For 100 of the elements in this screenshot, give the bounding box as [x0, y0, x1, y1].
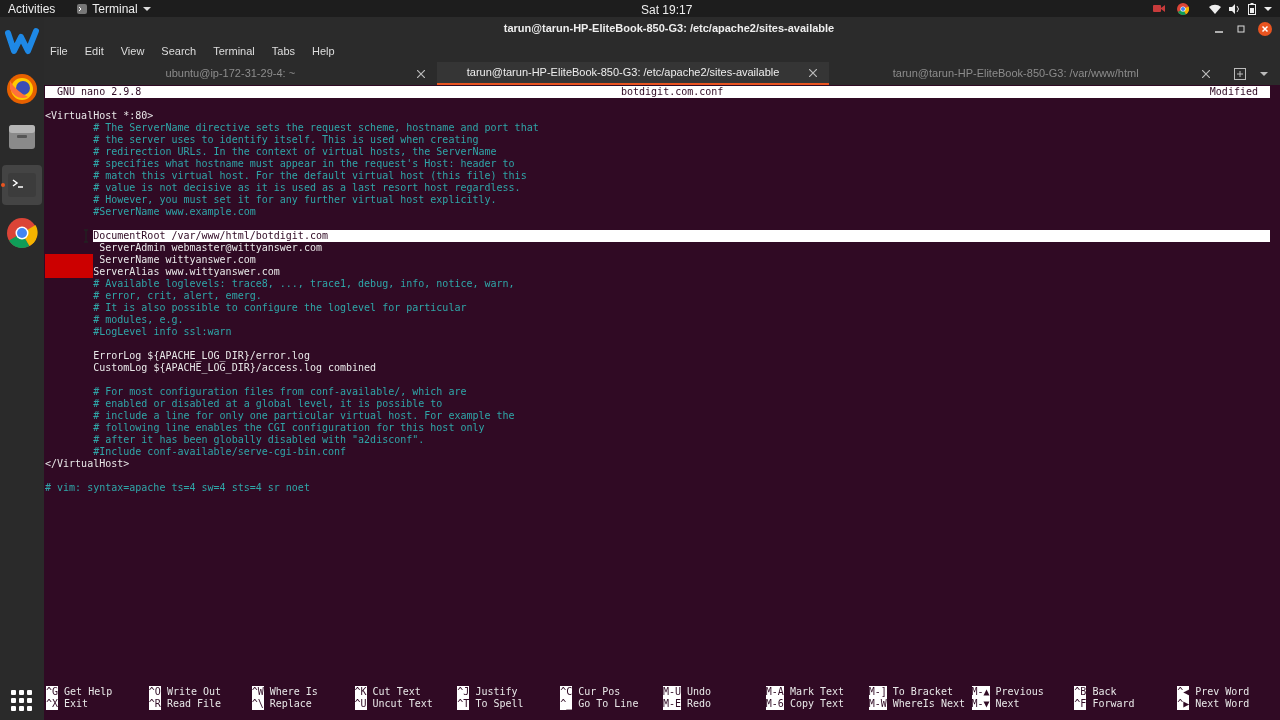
comment-line: # Available loglevels: trace8, ..., trace1, debug, info, notice, warn,	[93, 278, 515, 290]
window-title: tarun@tarun-HP-EliteBook-850-G3: /etc/apache2/sites-available	[502, 21, 836, 37]
volume-icon[interactable]	[1229, 3, 1240, 14]
shortcut-key: ^X	[46, 698, 59, 710]
shortcut-key: ^_	[560, 698, 573, 710]
comment-line: # For most configuration files from conf-available/, which are	[93, 386, 467, 398]
shortcut-label: Undo	[687, 686, 712, 698]
shortcut-key: ^T	[457, 698, 470, 710]
comment-line: #Include conf-available/serve-cgi-bin.conf	[93, 446, 347, 458]
menu-item[interactable]: View	[120, 42, 145, 60]
shortcut-key: ^W	[251, 686, 264, 698]
shortcut-key: M-▼	[971, 698, 990, 710]
comment-line: # match this virtual host. For the default virtual host (this file) this	[93, 170, 527, 182]
close-icon[interactable]	[809, 68, 818, 77]
comment-line: # vim: syntax=apache ts=4 sw=4 sts=4 sr noet	[45, 482, 310, 494]
shortcut-label: Get Help	[64, 686, 113, 698]
shortcut-key: ^F	[1074, 698, 1087, 710]
camera-icon[interactable]	[1153, 4, 1165, 13]
code-line: <VirtualHost *:80>	[45, 110, 154, 122]
wifi-icon[interactable]	[1209, 3, 1221, 14]
comment-line: # following line enables the CGI configuration for this host only	[93, 422, 485, 434]
menu-item[interactable]: Edit	[84, 42, 104, 60]
comment-line: # error, crit, alert, emerg.	[93, 290, 262, 302]
shortcut-label: Read File	[166, 698, 222, 710]
caret-icon[interactable]	[1260, 70, 1268, 77]
shortcut-key: M-A	[765, 686, 784, 698]
comment-line: #ServerName www.example.com	[93, 206, 256, 218]
menu-item[interactable]: Terminal	[213, 42, 255, 60]
close-icon[interactable]	[1202, 69, 1210, 78]
shortcut-label: Next Word	[1195, 698, 1250, 710]
shortcut-label: Where Is	[269, 686, 318, 698]
comment-line: # include a line for only one particular virtual host. For example the	[93, 410, 515, 422]
code-line: ServerAdmin webmaster@wittyanswer.com	[99, 242, 322, 254]
comment-line: # The ServerName directive sets the request scheme, hostname and port that	[93, 122, 539, 134]
shortcut-label: Redo	[687, 698, 712, 710]
code-line: CustomLog ${APACHE_LOG_DIR}/access.log combined	[93, 362, 377, 374]
shortcut-label: Replace	[269, 698, 312, 710]
shortcut-key: ^U	[354, 698, 367, 710]
shortcut-key: ^K	[354, 686, 367, 698]
chrome-icon[interactable]	[1177, 2, 1189, 15]
shortcut-label: Cur Pos	[578, 686, 621, 698]
caret-icon[interactable]	[142, 5, 151, 12]
close-icon[interactable]	[416, 69, 425, 78]
clock[interactable]: Sat 19:17	[641, 1, 693, 19]
shortcut-key: M-E	[663, 698, 682, 710]
code-line: </VirtualHost>	[45, 458, 130, 470]
shortcut-key: ^B	[1074, 686, 1087, 698]
shortcut-key: ^J	[457, 686, 470, 698]
code-line: ServerName wittyanswer.com	[99, 254, 256, 266]
shortcut-label: To Bracket	[892, 686, 953, 698]
menu-item[interactable]: Help	[312, 42, 335, 60]
shortcut-key: ^◀	[1177, 686, 1190, 698]
new-tab-icon[interactable]	[1234, 67, 1246, 80]
shortcut-label: Justify	[475, 686, 518, 698]
shortcut-key: M-]	[868, 686, 887, 698]
comment-line: # specifies what hostname must appear in the request's Host: header to	[93, 158, 515, 170]
shortcut-key: M-6	[765, 698, 784, 710]
tab[interactable]: tarun@tarun-HP-EliteBook-850-G3: /var/www/html	[829, 62, 1222, 85]
shortcut-label: Prev Word	[1195, 686, 1250, 698]
shortcut-key: ^C	[560, 686, 573, 698]
tab[interactable]: ubuntu@ip-172-31-29-4: ~	[44, 62, 437, 85]
comment-line: # after it has been globally disabled with "a2disconf".	[93, 434, 425, 446]
modified-status: Modified	[1209, 86, 1258, 98]
shortcut-key: M-W	[868, 698, 887, 710]
app-grid-icon[interactable]	[11, 690, 33, 712]
caret-icon[interactable]	[1264, 5, 1272, 12]
shortcut-key: M-▲	[971, 686, 990, 698]
terminal-icon[interactable]	[77, 3, 88, 14]
maximize-icon[interactable]	[1236, 23, 1246, 34]
shortcut-label: Copy Text	[789, 698, 845, 710]
shortcut-key: ^O	[148, 686, 161, 698]
close-icon[interactable]	[1258, 21, 1272, 36]
menu-item[interactable]: File	[50, 42, 68, 60]
code-line: ErrorLog ${APACHE_LOG_DIR}/error.log	[93, 350, 310, 362]
comment-line: # the server uses to identify itself. This is used when creating	[93, 134, 479, 146]
shortcut-key: ^R	[148, 698, 161, 710]
menu-item[interactable]: Search	[161, 42, 197, 60]
shortcut-label: Cut Text	[372, 686, 421, 698]
shortcut-label: Back	[1092, 686, 1117, 698]
tab[interactable]: tarun@tarun-HP-EliteBook-850-G3: /etc/apache2/sites-available	[436, 62, 830, 85]
battery-icon[interactable]	[1248, 2, 1256, 15]
comment-line: #LogLevel info ssl:warn	[93, 326, 232, 338]
comment-line: # However, you must set it for any further virtual host explicitly.	[93, 194, 497, 206]
shortcut-label: Write Out	[166, 686, 222, 698]
comment-line: # enabled or disabled at a global level, it is possible to	[93, 398, 443, 410]
shortcut-label: Exit	[64, 698, 89, 710]
activities-button[interactable]: Activities	[8, 0, 56, 18]
app-menu[interactable]: Terminal	[92, 0, 138, 18]
shortcut-key: ^▶	[1177, 698, 1190, 710]
shortcut-label: To Spell	[475, 698, 524, 710]
comment-line: # modules, e.g.	[93, 314, 184, 326]
shortcut-label: Go To Line	[578, 698, 639, 710]
file-name: botdigit.com.conf	[621, 86, 724, 98]
shortcut-key: ^G	[46, 686, 59, 698]
comment-line: # It is also possible to configure the loglevel for particular	[93, 302, 467, 314]
menu-item[interactable]: Tabs	[271, 42, 296, 60]
shortcut-label: WhereIs Next	[892, 698, 965, 710]
shortcut-key: ^\	[251, 698, 264, 710]
shortcut-label: Uncut Text	[372, 698, 433, 710]
comment-line: # value is not decisive as it is used as a last resort host regardless.	[93, 182, 521, 194]
